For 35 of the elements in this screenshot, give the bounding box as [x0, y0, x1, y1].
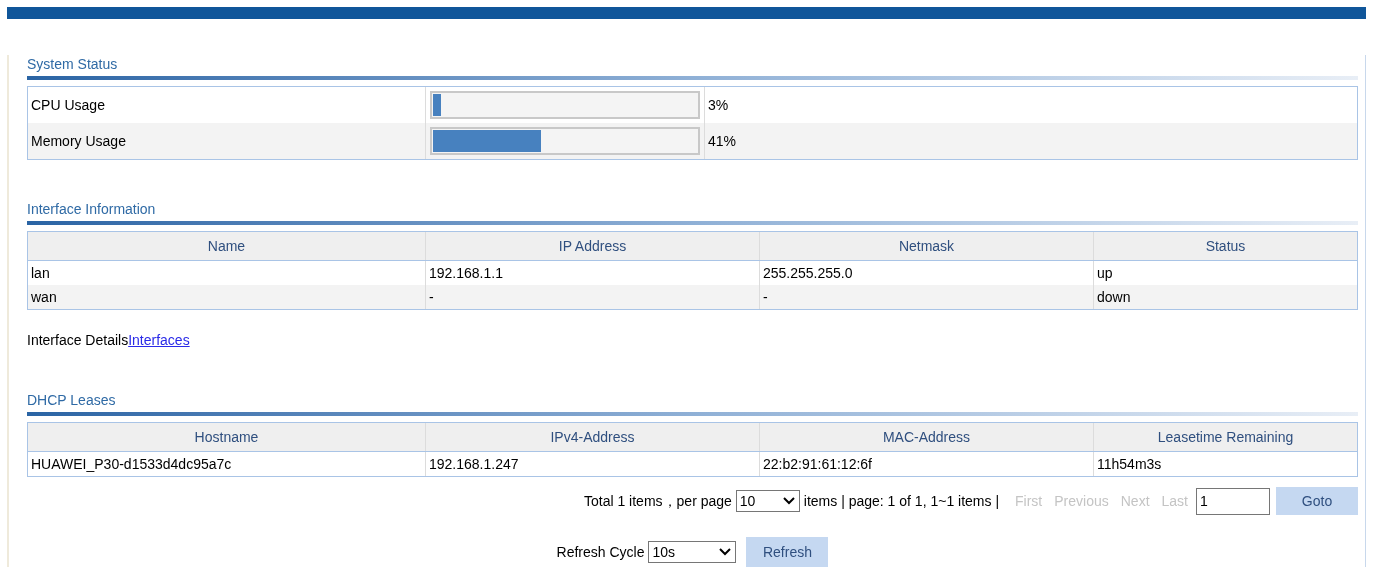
caret-icon — [781, 496, 796, 506]
table-cell: - — [426, 285, 760, 309]
pagination-total: Total 1 items，per page — [583, 491, 732, 511]
table-cell: wan — [28, 285, 426, 309]
column-header: IPv4-Address — [426, 423, 760, 451]
interfaces-link[interactable]: Interfaces — [128, 330, 190, 351]
caret-icon — [718, 547, 733, 557]
page-field[interactable]: 1 — [1196, 487, 1270, 515]
refresh-cycle-select[interactable]: 10s — [648, 541, 737, 563]
table-cell: 22:b2:91:61:12:6f — [760, 452, 1094, 476]
table-cell: - — [760, 285, 1094, 309]
column-header: MAC-Address — [760, 423, 1094, 451]
table-cell: 192.168.1.247 — [426, 452, 760, 476]
usage-reading: 41% — [707, 131, 738, 151]
table-cell: HUAWEI_P30-d1533d4dc95a7c — [28, 452, 426, 476]
details-label: Interface Details — [27, 331, 129, 350]
section-title: Interface Information — [27, 200, 157, 219]
column-header: Status — [1204, 236, 1247, 256]
section-title: DHCP Leases — [27, 391, 117, 410]
column-header: Leasetime Remaining — [1156, 427, 1295, 447]
column-header: Netmask — [760, 232, 1094, 260]
column-header: Hostname — [28, 423, 426, 451]
table-cell-text: down — [1096, 287, 1132, 307]
column-header: Name — [28, 232, 426, 260]
section-title: System Status — [27, 55, 119, 74]
column-header: IP Address — [426, 232, 760, 260]
usage-reading: 3% — [707, 95, 730, 115]
refresh-button[interactable]: Refresh — [746, 537, 829, 567]
metric-label: Memory Usage — [28, 123, 426, 159]
per-page-select[interactable]: 10 — [735, 490, 800, 512]
table-cell-text: 11h54m3s — [1096, 454, 1163, 474]
pagination-info: items | page: 1 of 1, 1~1 items | — [803, 491, 1000, 511]
goto-button[interactable]: Goto — [1276, 487, 1358, 515]
refresh-cycle-label: Refresh Cycle — [556, 542, 645, 562]
table-cell-text: up — [1096, 263, 1114, 283]
